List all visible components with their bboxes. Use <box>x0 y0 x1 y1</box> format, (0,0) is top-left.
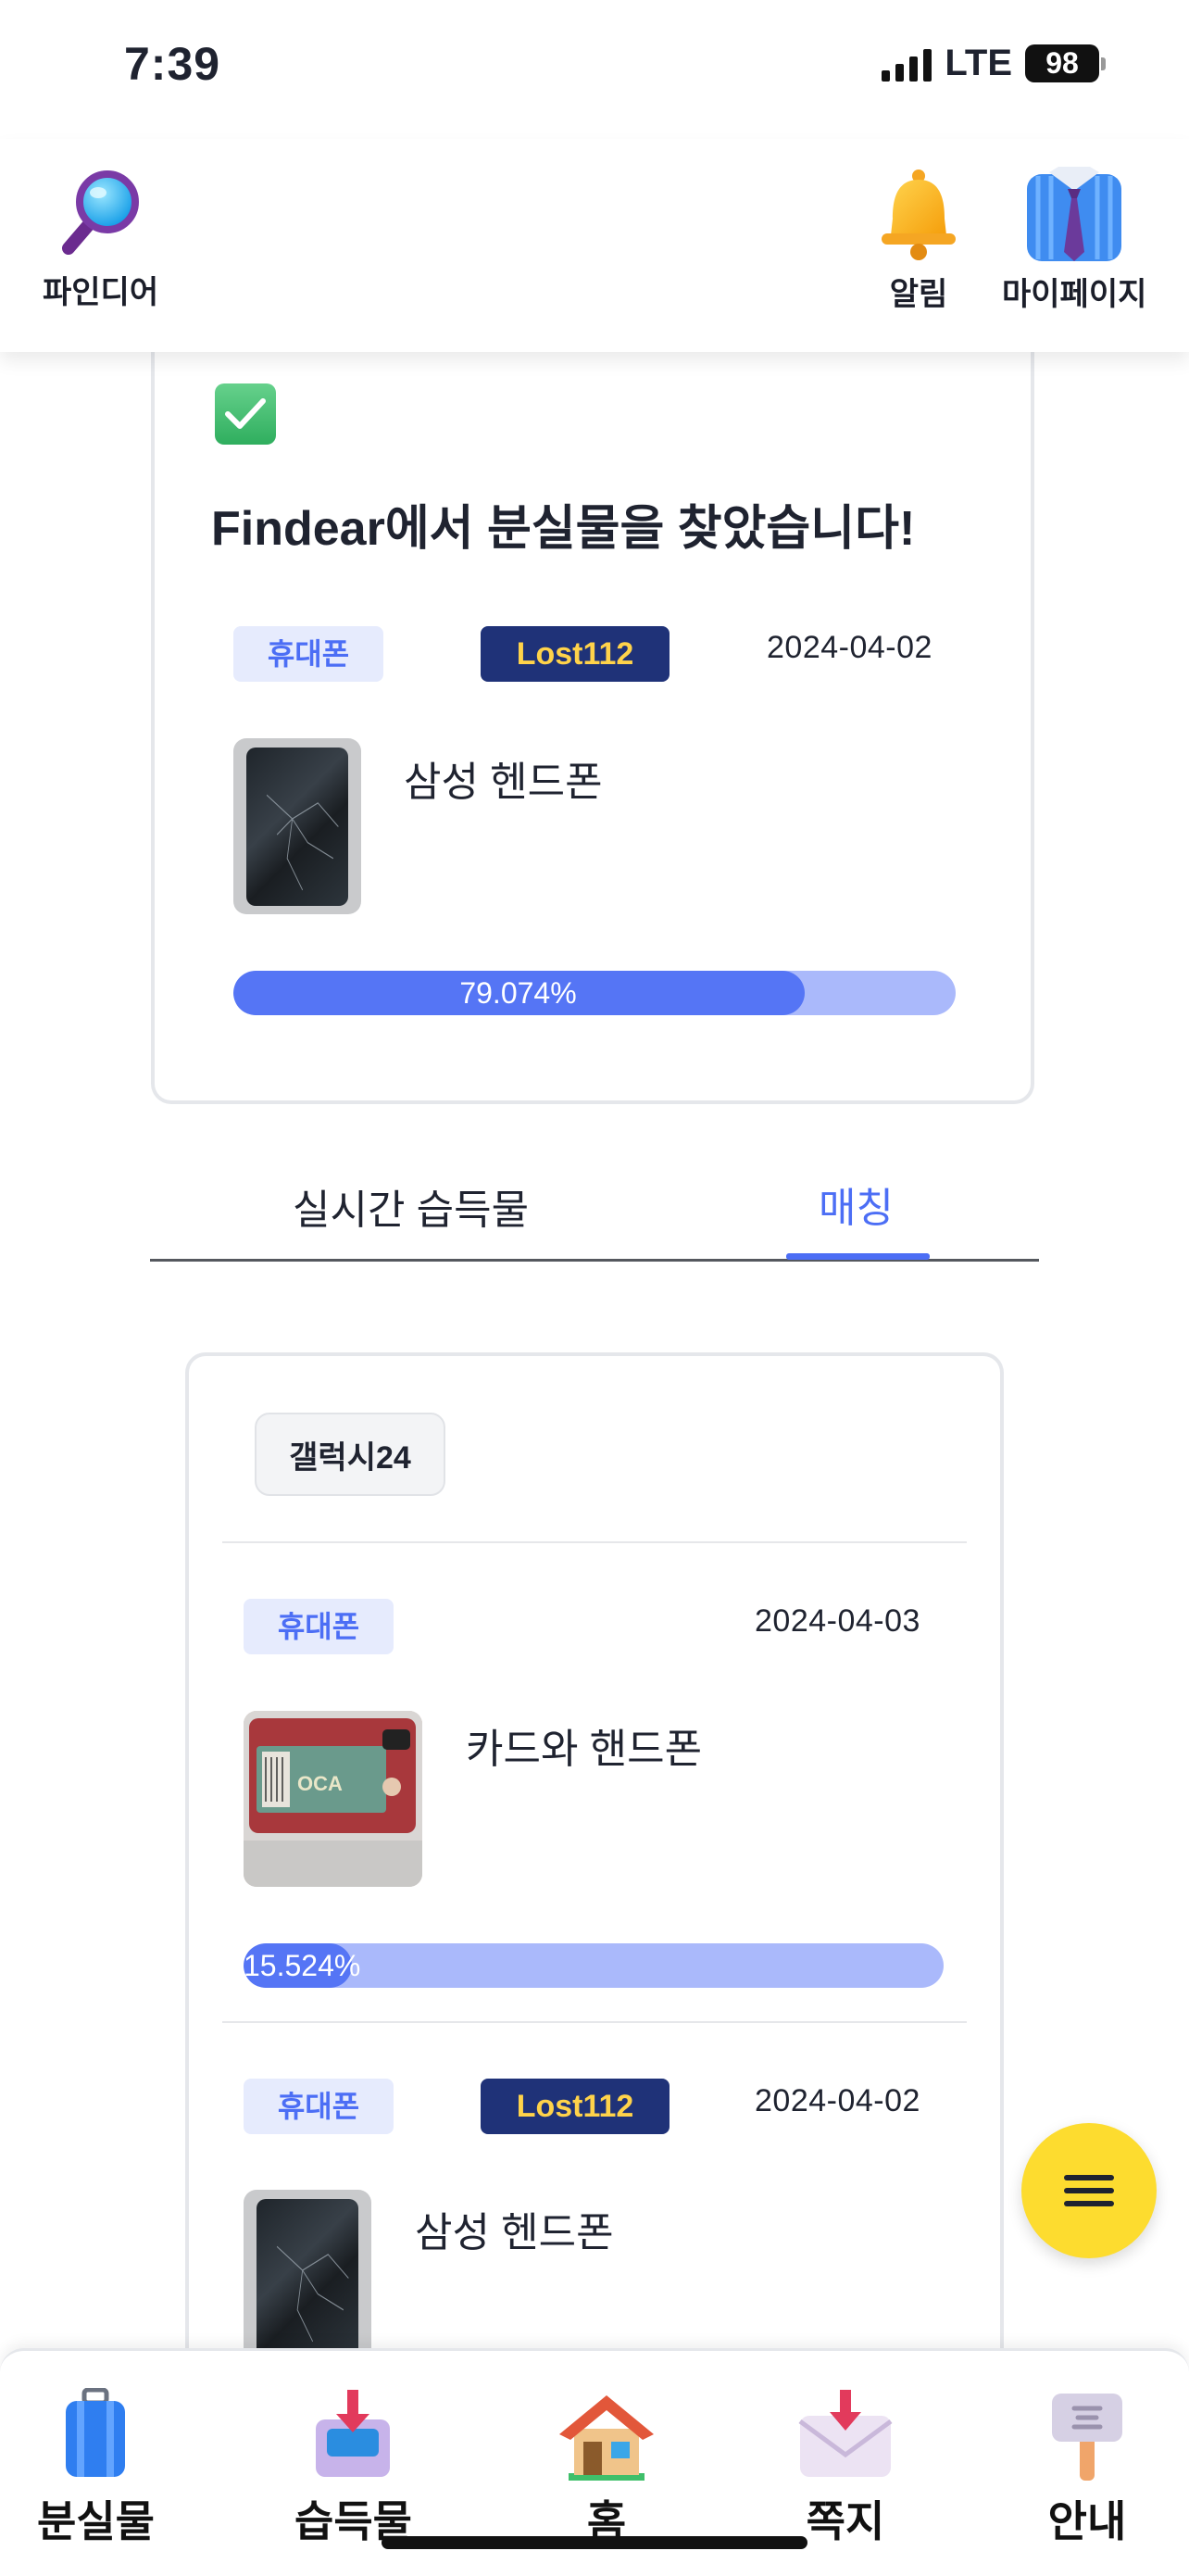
nav-messages[interactable]: 쪽지 <box>795 2388 896 2549</box>
found-match-text: 79.074% <box>459 975 577 1010</box>
checkmark-icon <box>215 383 276 445</box>
divider <box>222 2021 967 2023</box>
signpost-icon <box>1052 2394 1122 2481</box>
nav-info-label: 안내 <box>1047 2497 1127 2545</box>
menu-icon <box>1064 2168 1114 2214</box>
found-item-image <box>233 738 361 914</box>
match-2-category: 휴대폰 <box>244 2079 394 2134</box>
nav-messages-label: 쪽지 <box>806 2497 885 2545</box>
match-1-image[interactable]: OCA <box>244 1711 422 1887</box>
category-badge: 휴대폰 <box>233 626 383 682</box>
match-1-name[interactable]: 카드와 핸드폰 <box>466 1715 702 1775</box>
mypage-button[interactable]: 마이페이지 <box>1002 167 1146 314</box>
nav-home[interactable]: 홈 <box>556 2388 657 2549</box>
magnifier-icon <box>61 170 139 255</box>
match-1-bar: 15.524% <box>244 1943 944 1988</box>
found-date: 2024-04-02 <box>767 630 932 665</box>
tab-realtime[interactable]: 실시간 습득물 <box>293 1176 529 1236</box>
found-title: Findear에서 분실물을 찾았습니다! <box>211 502 916 556</box>
inbox-download-icon <box>316 2390 391 2477</box>
battery-icon: 98 <box>1025 44 1106 82</box>
suitcase-icon <box>66 2388 126 2477</box>
match-1-category: 휴대폰 <box>244 1599 394 1654</box>
match-1-text: 15.524% <box>244 1948 361 1982</box>
match-2-date: 2024-04-02 <box>755 2083 920 2118</box>
status-time: 7:39 <box>124 38 221 90</box>
status-indicators: LTE 98 <box>882 43 1106 84</box>
match-2-name[interactable]: 삼성 헨드폰 <box>415 2199 614 2258</box>
alerts-button[interactable]: 알림 <box>870 167 967 314</box>
network-type: LTE <box>945 43 1012 83</box>
nav-found[interactable]: 습득물 <box>294 2388 412 2549</box>
nav-lost[interactable]: 분실물 <box>37 2388 155 2549</box>
signal-icon <box>882 46 932 82</box>
keyword-chip[interactable]: 갤럭시24 <box>255 1413 445 1496</box>
nav-info[interactable]: 안내 <box>1043 2388 1132 2549</box>
logo-label: 파인디어 <box>43 275 159 310</box>
tab-matching[interactable]: 매칭 <box>819 1175 894 1234</box>
logo-button[interactable]: 파인디어 <box>43 169 158 312</box>
found-item-name: 삼성 헨드폰 <box>404 760 603 805</box>
match-2-image[interactable] <box>244 2190 371 2366</box>
svg-text:OCA: OCA <box>297 1772 343 1795</box>
mypage-label: 마이페이지 <box>1002 277 1147 312</box>
nav-lost-label: 분실물 <box>37 2497 155 2545</box>
match-2-source: Lost112 <box>481 2079 670 2134</box>
found-match-bar: 79.074% <box>233 971 956 1015</box>
app-header: 파인디어 알림 마이페이지 <box>0 139 1189 352</box>
house-icon <box>559 2395 654 2481</box>
battery-level: 98 <box>1025 44 1099 82</box>
alerts-label: 알림 <box>889 277 948 312</box>
divider <box>222 1541 967 1543</box>
envelope-icon <box>798 2390 893 2477</box>
bell-icon <box>882 170 956 260</box>
match-1-date: 2024-04-03 <box>755 1603 920 1639</box>
menu-fab-button[interactable] <box>1021 2123 1157 2258</box>
home-indicator <box>382 2536 807 2549</box>
tab-active-indicator <box>786 1253 930 1260</box>
shirt-tie-icon <box>1027 167 1122 261</box>
source-badge: Lost112 <box>481 626 670 682</box>
